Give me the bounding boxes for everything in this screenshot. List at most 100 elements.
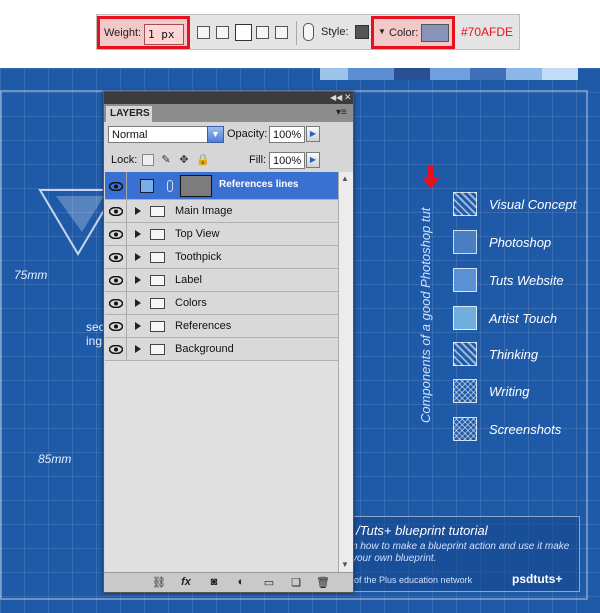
link-icon[interactable] — [303, 23, 314, 41]
legend-item: Visual Concept — [453, 192, 576, 216]
expand-triangle-icon[interactable] — [135, 230, 141, 238]
dropdown-arrow-icon[interactable]: ▼ — [378, 27, 386, 36]
expand-triangle-icon[interactable] — [135, 253, 141, 261]
fill-input[interactable]: 100% — [269, 152, 305, 169]
weight-label: Weight: — [104, 27, 142, 39]
folder-icon — [150, 344, 165, 355]
hatch-pattern-icon — [453, 342, 477, 366]
panel-menu-icon[interactable]: ▾≡ — [336, 107, 347, 118]
close-icon[interactable]: ✕ — [344, 92, 352, 103]
lock-transparent-icon[interactable] — [142, 154, 154, 166]
layer-color-swatch — [140, 179, 154, 193]
folder-icon — [150, 321, 165, 332]
color-strip — [470, 68, 506, 80]
chain-link-icon[interactable] — [167, 180, 173, 192]
solid-swatch-icon — [453, 230, 477, 254]
layer-mask-thumbnail — [180, 175, 212, 197]
eye-icon[interactable] — [105, 269, 127, 291]
trash-icon[interactable]: 🗑 — [316, 576, 330, 589]
panel-title-bar[interactable]: ◀◀ ✕ — [104, 92, 353, 104]
expand-triangle-icon[interactable] — [135, 207, 141, 215]
color-group-highlight: ▼ Color: — [371, 16, 455, 49]
add-mask-icon[interactable]: ◙ — [207, 576, 221, 588]
color-strip — [320, 68, 348, 80]
expand-triangle-icon[interactable] — [135, 322, 141, 330]
color-hex-annotation: #70AFDE — [461, 25, 514, 39]
exclude-shape-icon[interactable] — [275, 26, 288, 39]
layer-name: References lines — [219, 179, 299, 190]
red-arrow-down-icon — [422, 166, 440, 189]
expand-triangle-icon[interactable] — [135, 299, 141, 307]
cross-pattern-icon — [453, 417, 477, 441]
scroll-up-icon[interactable]: ▲ — [341, 174, 349, 183]
eye-icon[interactable] — [105, 172, 127, 200]
legend-item: Photoshop — [453, 230, 551, 254]
subtract-shape-icon[interactable] — [235, 24, 252, 41]
dimension-label: 75mm — [14, 268, 48, 282]
partial-text: ing — [86, 334, 103, 348]
tutorial-title: /Tuts+ blueprint tutorial — [356, 523, 488, 538]
eye-icon[interactable] — [105, 223, 127, 245]
style-swatch[interactable] — [355, 25, 369, 39]
layer-group-row[interactable]: References — [105, 315, 338, 338]
adjustment-layer-icon[interactable]: ◐ — [234, 576, 248, 588]
layer-group-row[interactable]: Main Image — [105, 200, 338, 223]
toolbar-divider — [296, 21, 297, 45]
new-shape-layer-icon[interactable] — [197, 26, 210, 39]
layer-group-row[interactable]: Colors — [105, 292, 338, 315]
tutorial-footer: of the Plus education network — [354, 575, 473, 585]
legend-label: Artist Touch — [489, 310, 558, 326]
lock-image-icon[interactable]: ✎ — [160, 154, 172, 166]
layer-name: References — [175, 320, 232, 332]
collapse-icon[interactable]: ◀◀ — [330, 93, 342, 102]
cross-pattern-icon — [453, 379, 477, 403]
opacity-label: Opacity: — [227, 128, 268, 140]
layer-group-row[interactable]: Label — [105, 269, 338, 292]
layer-row-selected[interactable]: References lines — [105, 172, 338, 200]
layer-group-row[interactable]: Top View — [105, 223, 338, 246]
panel-tab-row: LAYERS ▾≡ — [104, 104, 353, 122]
scroll-down-icon[interactable]: ▼ — [341, 560, 349, 569]
weight-group-highlight: Weight: 1 px — [97, 16, 190, 49]
expand-triangle-icon[interactable] — [135, 345, 141, 353]
color-strip — [394, 68, 430, 80]
eye-icon[interactable] — [105, 292, 127, 314]
layer-name: Toothpick — [175, 251, 222, 263]
partial-text: sec — [86, 320, 105, 334]
chevron-down-icon[interactable]: ▼ — [207, 126, 224, 143]
solid-swatch-icon — [453, 268, 477, 292]
opacity-arrow-icon[interactable]: ▶ — [306, 126, 320, 142]
color-swatch[interactable] — [421, 24, 449, 42]
layer-group-row[interactable]: Toothpick — [105, 246, 338, 269]
eye-icon[interactable] — [105, 315, 127, 337]
add-to-shape-icon[interactable] — [216, 26, 229, 39]
legend-item: Screenshots — [453, 417, 561, 441]
folder-icon — [150, 206, 165, 217]
fx-icon[interactable]: fx — [179, 576, 193, 588]
panel-footer: ⛓ fx ◙ ◐ ▭ ❏ 🗑 — [104, 572, 353, 592]
style-label: Style: — [321, 26, 349, 38]
new-group-icon[interactable]: ▭ — [262, 576, 276, 589]
expand-triangle-icon[interactable] — [135, 276, 141, 284]
tab-layers[interactable]: LAYERS — [106, 106, 152, 122]
tutorial-subtitle: n how to make a blueprint action and use… — [352, 541, 570, 564]
layers-panel: ◀◀ ✕ LAYERS ▾≡ Normal ▼ Opacity: 100% ▶ … — [103, 91, 354, 593]
eye-icon[interactable] — [105, 200, 127, 222]
color-strip — [542, 68, 578, 80]
link-layers-icon[interactable]: ⛓ — [152, 576, 166, 589]
opacity-input[interactable]: 100% — [269, 126, 305, 143]
solid-swatch-icon — [453, 306, 477, 330]
legend-label: Writing — [489, 383, 530, 399]
intersect-shape-icon[interactable] — [256, 26, 269, 39]
layer-name: Label — [175, 274, 202, 286]
fill-arrow-icon[interactable]: ▶ — [306, 152, 320, 168]
layers-scrollbar[interactable]: ▲ ▼ — [338, 172, 353, 572]
weight-input[interactable]: 1 px — [144, 24, 184, 45]
layer-group-row[interactable]: Background — [105, 338, 338, 361]
new-layer-icon[interactable]: ❏ — [289, 576, 303, 589]
lock-all-icon[interactable]: 🔒 — [196, 154, 210, 166]
eye-icon[interactable] — [105, 246, 127, 268]
lock-position-icon[interactable]: ✥ — [178, 154, 190, 166]
folder-icon — [150, 252, 165, 263]
eye-icon[interactable] — [105, 338, 127, 360]
